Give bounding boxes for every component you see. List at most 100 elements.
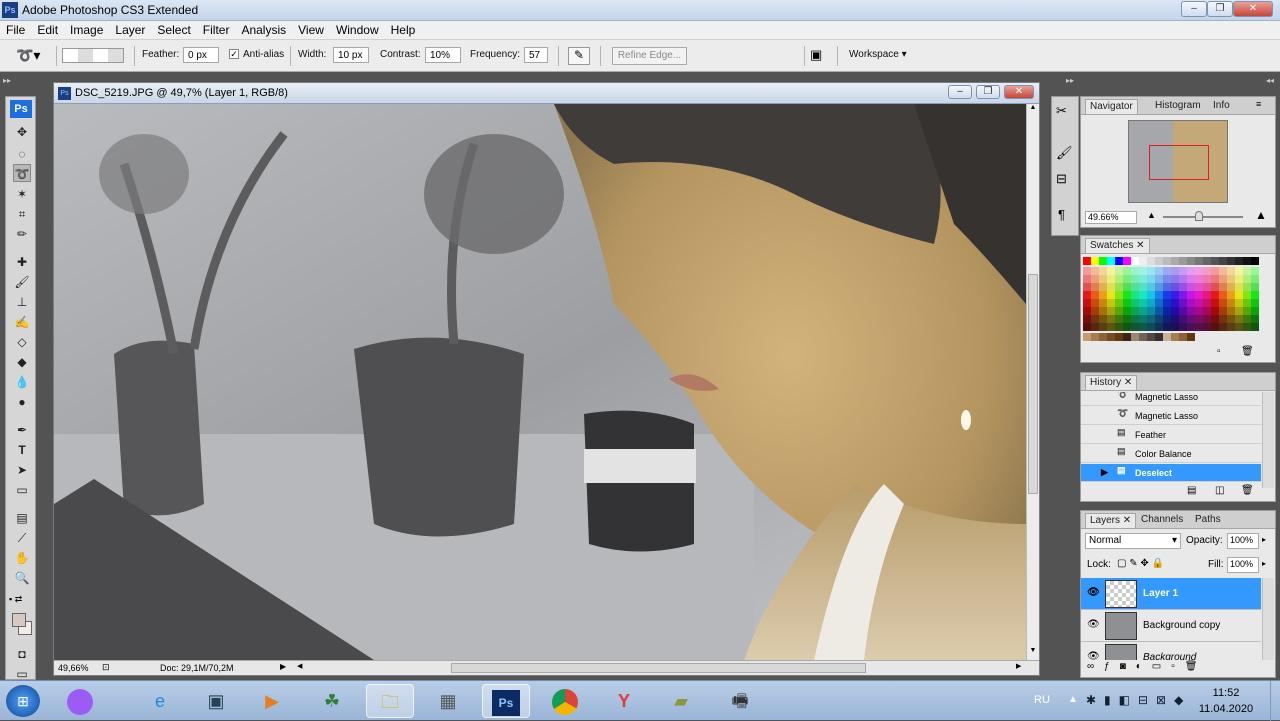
crop-tool-icon[interactable]: ⌗ <box>13 205 31 223</box>
history-item[interactable]: ▤ Color Balance <box>1081 445 1261 463</box>
swatch[interactable] <box>1235 307 1243 315</box>
type-tool-icon[interactable]: T <box>13 441 31 459</box>
swatch[interactable] <box>1227 299 1235 307</box>
swatch[interactable] <box>1203 315 1211 323</box>
swatch[interactable] <box>1171 333 1179 341</box>
swatch[interactable] <box>1131 323 1139 331</box>
swatch[interactable] <box>1107 299 1115 307</box>
vertical-scrollbar[interactable]: ▲ ▼ <box>1026 104 1039 660</box>
swatch[interactable] <box>1171 283 1179 291</box>
swatch[interactable] <box>1083 315 1091 323</box>
swatch[interactable] <box>1115 291 1123 299</box>
swatch[interactable] <box>1115 267 1123 275</box>
swatch[interactable] <box>1195 307 1203 315</box>
swatch[interactable] <box>1139 291 1147 299</box>
swatch[interactable] <box>1147 307 1155 315</box>
contrast-input[interactable]: 10% <box>425 47 461 63</box>
swatch[interactable] <box>1163 291 1171 299</box>
swatch[interactable] <box>1251 283 1259 291</box>
swatch[interactable] <box>1091 257 1099 265</box>
swatch[interactable] <box>1155 291 1163 299</box>
swatch[interactable] <box>1179 323 1187 331</box>
swatch[interactable] <box>1083 283 1091 291</box>
swatch[interactable] <box>1163 315 1171 323</box>
swatch[interactable] <box>1123 307 1131 315</box>
internet-explorer-icon[interactable]: e <box>136 684 184 718</box>
swatch[interactable] <box>1131 315 1139 323</box>
menu-select[interactable]: Select <box>151 21 196 37</box>
swatch[interactable] <box>1171 291 1179 299</box>
swatch[interactable] <box>1171 323 1179 331</box>
tab-paths[interactable]: Paths <box>1191 513 1225 528</box>
swatch[interactable] <box>1211 291 1219 299</box>
swatch[interactable] <box>1123 315 1131 323</box>
swatch[interactable] <box>1187 291 1195 299</box>
people-icon[interactable]: ☘ <box>308 684 356 718</box>
swatch[interactable] <box>1243 283 1251 291</box>
swatch[interactable] <box>1251 257 1259 265</box>
anti-alias-checkbox[interactable]: ✓ <box>229 49 239 59</box>
swatch[interactable] <box>1219 315 1227 323</box>
swatch[interactable] <box>1131 257 1139 265</box>
swatch[interactable] <box>1155 307 1163 315</box>
status-menu-arrow-icon[interactable]: ▶ <box>280 662 286 671</box>
swatch[interactable] <box>1099 333 1107 341</box>
swatch[interactable] <box>1115 275 1123 283</box>
move-tool-icon[interactable]: ✥ <box>13 123 31 141</box>
frequency-input[interactable]: 57 <box>524 47 548 63</box>
swatch[interactable] <box>1099 307 1107 315</box>
swatch[interactable] <box>1187 315 1195 323</box>
show-desktop-button[interactable] <box>1270 681 1280 721</box>
swatch[interactable] <box>1203 291 1211 299</box>
tab-channels[interactable]: Channels <box>1137 513 1187 528</box>
swatch[interactable] <box>1235 299 1243 307</box>
swatch[interactable] <box>1139 323 1147 331</box>
tool-presets-icon[interactable]: ✂ <box>1056 103 1067 119</box>
swatch[interactable] <box>1251 323 1259 331</box>
history-item[interactable]: ➰ Magnetic Lasso <box>1081 407 1261 425</box>
swatch[interactable] <box>1107 315 1115 323</box>
swatch[interactable] <box>1243 291 1251 299</box>
swatch[interactable] <box>1179 275 1187 283</box>
menu-help[interactable]: Help <box>385 21 422 37</box>
clock-time[interactable]: 11:52 <box>1200 687 1252 699</box>
tab-navigator[interactable]: Navigator <box>1085 99 1138 114</box>
swatch[interactable] <box>1083 267 1091 275</box>
swatch[interactable] <box>1179 283 1187 291</box>
hand-tool-icon[interactable]: ✋ <box>13 549 31 567</box>
swatch[interactable] <box>1107 291 1115 299</box>
swatch[interactable] <box>1187 275 1195 283</box>
swatch[interactable] <box>1187 323 1195 331</box>
swatch[interactable] <box>1171 315 1179 323</box>
swatch[interactable] <box>1091 283 1099 291</box>
blur-tool-icon[interactable]: 💧 <box>13 373 31 391</box>
swatch[interactable] <box>1227 315 1235 323</box>
swatch[interactable] <box>1235 323 1243 331</box>
swatch[interactable] <box>1099 267 1107 275</box>
swatch[interactable] <box>1107 323 1115 331</box>
swatch[interactable] <box>1139 275 1147 283</box>
swatch[interactable] <box>1099 275 1107 283</box>
swatch[interactable] <box>1227 267 1235 275</box>
tab-histogram[interactable]: Histogram <box>1151 99 1205 114</box>
swatch[interactable] <box>1203 257 1211 265</box>
swatch[interactable] <box>1219 283 1227 291</box>
swatch[interactable] <box>1131 333 1139 341</box>
navigator-zoom-field[interactable]: 49.66% <box>1085 211 1137 224</box>
cortana-icon[interactable] <box>56 684 104 718</box>
swatch[interactable] <box>1179 333 1187 341</box>
paragraph-icon[interactable]: ¶ <box>1058 207 1065 222</box>
eyedropper-icon[interactable]: ⟋ <box>13 529 31 547</box>
maximize-button[interactable]: ❐ <box>1207 1 1233 17</box>
swatch[interactable] <box>1187 299 1195 307</box>
swatch[interactable] <box>1235 291 1243 299</box>
swatch[interactable] <box>1203 323 1211 331</box>
swatch[interactable] <box>1171 307 1179 315</box>
swatch[interactable] <box>1251 315 1259 323</box>
swatch[interactable] <box>1115 307 1123 315</box>
swatch[interactable] <box>1123 275 1131 283</box>
swatch[interactable] <box>1227 257 1235 265</box>
swatch[interactable] <box>1147 323 1155 331</box>
file-explorer-icon[interactable]: 🗀 <box>366 684 414 718</box>
swatch[interactable] <box>1115 323 1123 331</box>
